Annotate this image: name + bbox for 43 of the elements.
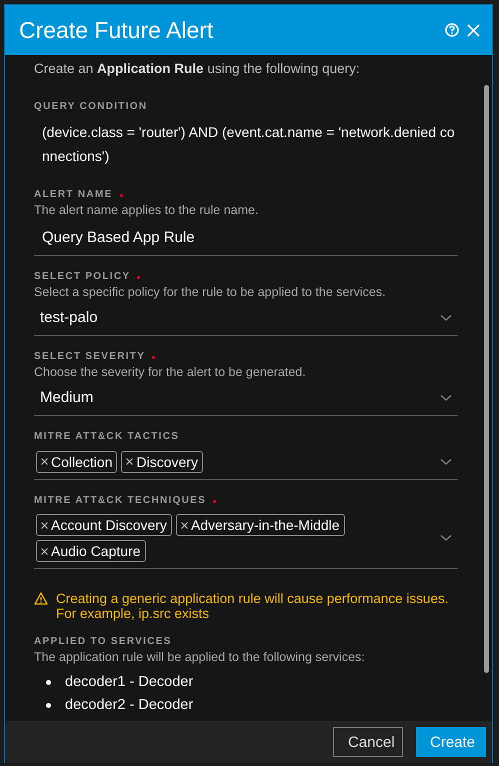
warning-text: Creating a generic application rule will cause performance issues. For example, ip.src exists xyxy=(56,591,450,621)
section-label: QUERY CONDITION xyxy=(34,100,148,114)
field-label: MITRE ATT&CK TACTICS xyxy=(34,430,180,444)
remove-icon[interactable] xyxy=(41,548,48,554)
chevron-icon xyxy=(440,394,452,402)
tag-chip[interactable]: Adversary-in-the-Middle xyxy=(176,514,345,536)
alert-name-field[interactable]: Query Based App Rule xyxy=(34,220,458,256)
remove-icon[interactable] xyxy=(41,458,48,465)
warning-icon xyxy=(34,592,48,605)
bullet-icon xyxy=(46,703,51,708)
field-label: SELECT SEVERITY xyxy=(34,350,146,364)
section-label: APPLIED TO SERVICES xyxy=(34,635,173,649)
remove-icon[interactable] xyxy=(180,522,188,528)
field-hint: Choose the severity for the alert to be generated. xyxy=(34,364,307,380)
service-item: decoder2 - Decoder xyxy=(65,696,194,715)
remove-icon[interactable] xyxy=(126,458,134,465)
service-item: decoder1 - Decoder xyxy=(65,673,194,692)
bullet-icon xyxy=(46,680,51,685)
multi-select-field[interactable]: Account Discovery Adversary-in-the-Middle Audio Capture xyxy=(34,508,458,569)
remove-icon[interactable] xyxy=(41,522,48,528)
chevron-icon xyxy=(440,458,452,466)
multi-select-field[interactable]: Collection Discovery xyxy=(34,444,458,480)
field-label: SELECT POLICY xyxy=(34,270,130,284)
tag-chip[interactable]: Audio Capture xyxy=(36,540,146,562)
field-hint: Select a specific policy for the rule to be applied to the services. xyxy=(34,284,387,300)
field-label: ALERT NAME xyxy=(34,188,113,202)
select-field[interactable]: Medium xyxy=(34,380,458,416)
cancel-button[interactable]: Cancel xyxy=(333,727,403,757)
close-icon[interactable] xyxy=(467,24,480,36)
tag-chip[interactable]: Collection xyxy=(36,450,118,472)
field-label: MITRE ATT&CK TECHNIQUES xyxy=(34,494,206,508)
intro-text: Create an Application Rule using the following query: xyxy=(34,61,361,76)
section-hint: The application rule will be applied to the following services: xyxy=(34,649,366,665)
tag-chip[interactable]: Account Discovery xyxy=(36,514,172,536)
chevron-icon xyxy=(440,534,452,542)
query-text: (device.class = 'router') AND (event.cat.name = 'network.denied connections') xyxy=(41,123,456,166)
field-hint: The alert name applies to the rule name. xyxy=(34,202,260,218)
chevron-icon xyxy=(440,314,452,322)
help-icon[interactable] xyxy=(445,23,459,37)
tag-chip[interactable]: Discovery xyxy=(121,450,203,472)
select-field[interactable]: test-palo xyxy=(34,300,458,336)
scrollbar[interactable] xyxy=(484,85,489,673)
dialog-title: Create Future Alert xyxy=(19,16,214,44)
